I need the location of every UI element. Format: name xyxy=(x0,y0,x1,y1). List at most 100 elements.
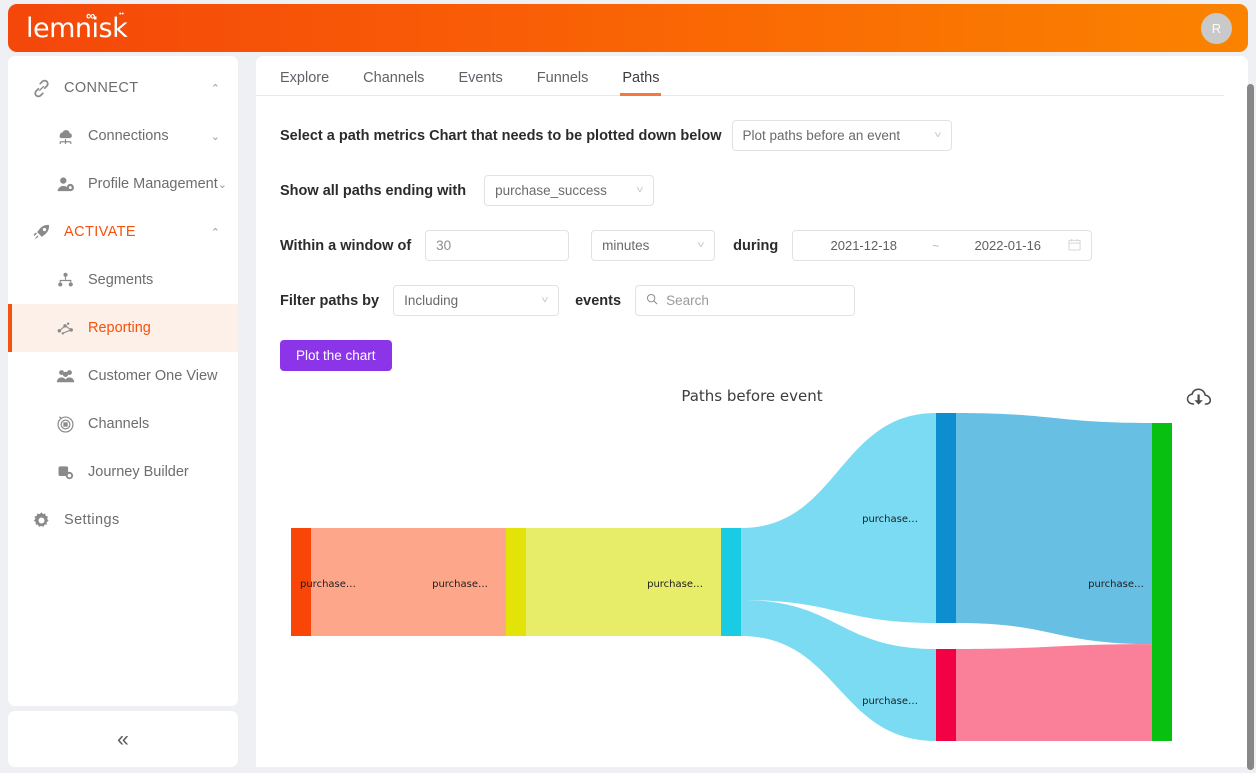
window-value-input[interactable]: 30 xyxy=(425,230,570,261)
sidebar-item-reporting[interactable]: Reporting xyxy=(8,304,238,352)
filter-mode-select[interactable]: Including ˅ xyxy=(393,285,560,316)
sidebar-item-customer-one-view[interactable]: Customer One View xyxy=(8,352,238,400)
sidebar-item-label: Connections xyxy=(88,128,169,144)
chevron-down-icon: ˅ xyxy=(541,295,549,306)
profile-gear-icon-svg xyxy=(56,176,74,191)
segments-icon-svg xyxy=(57,272,73,287)
cloud-connections-icon-svg xyxy=(59,129,72,144)
sidebar-item-connect[interactable]: CONNECT ⌃ xyxy=(8,64,238,112)
sankey-node-1[interactable] xyxy=(506,528,526,636)
chevron-double-left-icon[interactable]: « xyxy=(117,729,129,750)
sankey-node-label-5: purchase… xyxy=(1088,579,1144,590)
sidebar-item-label: CONNECT xyxy=(64,80,139,96)
infinity-icon: ∞ xyxy=(86,7,95,23)
avatar[interactable]: R xyxy=(1201,12,1232,44)
segments-icon xyxy=(52,269,78,291)
journey-icon xyxy=(52,461,78,483)
logo-dots-icon: •• xyxy=(119,10,124,18)
chart-area: Paths before event xyxy=(256,377,1248,405)
gear-icon xyxy=(28,509,54,531)
window-unit-select[interactable]: minutes ˅ xyxy=(591,230,716,261)
chevron-down-icon: ˅ xyxy=(697,240,705,251)
main-panel: Explore Channels Events Funnels Paths Select… xyxy=(256,56,1248,767)
filter-mode-value: Including xyxy=(404,293,459,308)
ending-event-select[interactable]: purchase_success ˅ xyxy=(484,175,655,206)
calendar-icon xyxy=(1068,238,1081,253)
app-root: lemnisk ∞ •• R CONNECT ⌃ Connections ⌄ Pro… xyxy=(0,0,1256,773)
tab-funnels[interactable]: Funnels xyxy=(537,70,589,95)
tab-explore[interactable]: Explore xyxy=(280,70,329,95)
chevron-down-icon: ˅ xyxy=(933,130,942,141)
people-icon-svg xyxy=(56,369,74,382)
date-range-picker[interactable]: 2021-12-18 ~ 2022-01-16 xyxy=(792,230,1093,261)
avatar-initial: R xyxy=(1211,20,1222,36)
window-value-text: 30 xyxy=(436,238,452,253)
cloud-connections-icon xyxy=(52,125,78,147)
top-bar: lemnisk ∞ •• R xyxy=(8,4,1248,52)
sankey-node-5[interactable] xyxy=(1152,423,1172,741)
row-filter: Filter paths by Including ˅ events Searc… xyxy=(280,285,1224,316)
calendar-icon-svg xyxy=(1068,238,1081,251)
sidebar-item-label: Customer One View xyxy=(88,368,218,384)
sidebar-item-label: Segments xyxy=(88,272,154,288)
path-query-form: Select a path metrics Chart that needs t… xyxy=(256,96,1248,371)
sidebar-item-profile-management[interactable]: Profile Management ⌄ xyxy=(8,160,238,208)
row-ending-with: Show all paths ending with purchase_succ… xyxy=(280,175,1224,206)
sidebar-item-connections[interactable]: Connections ⌄ xyxy=(8,112,238,160)
rocket-icon-svg xyxy=(32,224,49,239)
vertical-scrollbar[interactable] xyxy=(1247,84,1254,770)
sidebar-item-label: ACTIVATE xyxy=(64,224,136,240)
sidebar-item-activate[interactable]: ACTIVATE ⌃ xyxy=(8,208,238,256)
sankey-node-4[interactable] xyxy=(936,649,956,741)
journey-icon-svg xyxy=(58,465,73,479)
brand-logo[interactable]: lemnisk ∞ •• xyxy=(26,8,128,42)
date-start: 2021-12-18 xyxy=(830,238,898,253)
sidebar-item-label: Channels xyxy=(88,416,150,432)
sankey-node-label-3: purchase… xyxy=(862,514,918,525)
sidebar-item-label: Settings xyxy=(64,512,120,528)
chart-type-select-value: Plot paths before an event xyxy=(742,128,901,143)
scrollbar-thumb[interactable] xyxy=(1247,84,1254,770)
ending-with-label: Show all paths ending with xyxy=(280,182,467,199)
sankey-chart: purchase… purchase… purchase… purchase… purc… xyxy=(256,411,1248,741)
reporting-icon xyxy=(52,317,78,339)
sankey-link-5[interactable] xyxy=(956,644,1152,741)
chevron-up-icon[interactable]: ⌃ xyxy=(211,82,220,95)
sidebar-item-label: Profile Management xyxy=(88,176,218,192)
sankey-node-2[interactable] xyxy=(721,528,741,636)
reporting-icon-svg xyxy=(57,321,73,335)
plot-chart-button[interactable]: Plot the chart xyxy=(280,340,392,371)
tab-channels[interactable]: Channels xyxy=(363,70,424,95)
chart-type-label: Select a path metrics Chart that needs t… xyxy=(280,127,722,144)
search-icon-svg xyxy=(647,293,658,305)
sidebar-item-journey-builder[interactable]: Journey Builder xyxy=(8,448,238,496)
row-plot-action: Plot the chart xyxy=(280,340,1224,371)
events-search-placeholder: Search xyxy=(666,293,709,308)
date-separator: ~ xyxy=(932,238,940,253)
sankey-link-4[interactable] xyxy=(956,413,1152,645)
tab-events[interactable]: Events xyxy=(458,70,502,95)
events-search-input[interactable]: Search xyxy=(635,285,856,316)
sidebar-item-label: Reporting xyxy=(88,320,151,336)
sidebar-item-label: Journey Builder xyxy=(88,464,189,480)
sankey-node-label-1: purchase… xyxy=(432,579,488,590)
row-chart-type: Select a path metrics Chart that needs t… xyxy=(280,120,1224,151)
sankey-node-3[interactable] xyxy=(936,413,956,623)
chevron-up-icon[interactable]: ⌃ xyxy=(211,226,220,239)
cloud-download-icon-svg xyxy=(1186,388,1212,405)
sidebar-item-settings[interactable]: Settings xyxy=(8,496,238,544)
sankey-node-label-0: purchase… xyxy=(300,579,356,590)
chart-type-select[interactable]: Plot paths before an event ˅ xyxy=(731,120,952,151)
ending-event-select-value: purchase_success xyxy=(495,183,607,198)
link-icon-svg xyxy=(33,79,49,97)
sidebar-item-channels[interactable]: Channels xyxy=(8,400,238,448)
filter-label: Filter paths by xyxy=(280,292,380,309)
chevron-down-icon[interactable]: ⌄ xyxy=(218,178,227,191)
tab-paths[interactable]: Paths xyxy=(620,70,662,96)
events-label: events xyxy=(575,292,622,309)
cloud-download-icon[interactable] xyxy=(1186,387,1212,414)
sidebar-item-segments[interactable]: Segments xyxy=(8,256,238,304)
chevron-down-icon[interactable]: ⌄ xyxy=(211,130,220,143)
target-channels-icon-svg xyxy=(56,415,74,433)
sidebar-collapse-bar[interactable]: « xyxy=(8,711,238,767)
